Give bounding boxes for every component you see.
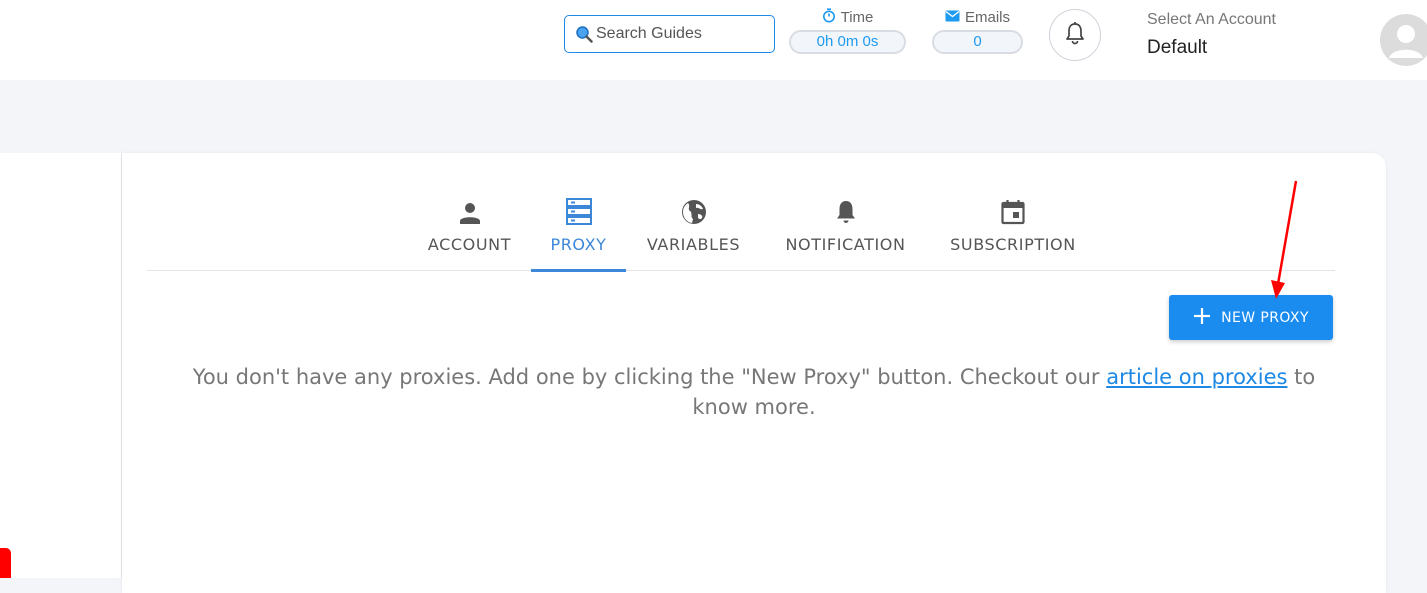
top-header: Time 0h 0m 0s Emails 0 Select An Account… bbox=[0, 0, 1427, 80]
sidebar-panel bbox=[0, 153, 122, 578]
search-input[interactable] bbox=[596, 25, 766, 43]
tab-variables[interactable]: VARIABLES bbox=[640, 189, 747, 269]
annotation-arrow bbox=[1271, 180, 1298, 299]
timer-icon bbox=[822, 7, 836, 27]
account-select[interactable]: Default bbox=[1147, 37, 1207, 59]
settings-card: ACCOUNT PROXY VARIABLES NOTIFICATION SUB… bbox=[122, 153, 1386, 593]
tab-label: SUBSCRIPTION bbox=[950, 235, 1076, 254]
tab-account[interactable]: ACCOUNT bbox=[422, 189, 517, 269]
empty-text-before: You don't have any proxies. Add one by c… bbox=[192, 365, 1107, 389]
bell-icon bbox=[835, 189, 857, 225]
settings-tabs: ACCOUNT PROXY VARIABLES NOTIFICATION SUB… bbox=[147, 189, 1335, 272]
time-value: 0h 0m 0s bbox=[789, 30, 906, 54]
calendar-icon bbox=[1001, 189, 1025, 225]
globe-icon bbox=[681, 189, 707, 225]
new-proxy-label: NEW PROXY bbox=[1221, 309, 1309, 326]
tab-label: NOTIFICATION bbox=[785, 235, 906, 254]
new-proxy-button[interactable]: NEW PROXY bbox=[1169, 295, 1333, 340]
search-box[interactable] bbox=[564, 15, 775, 53]
empty-state-message: You don't have any proxies. Add one by c… bbox=[162, 362, 1346, 422]
tab-subscription[interactable]: SUBSCRIPTION bbox=[941, 189, 1085, 269]
plus-icon bbox=[1193, 307, 1211, 329]
notifications-button[interactable] bbox=[1049, 9, 1101, 61]
time-widget: Time 0h 0m 0s bbox=[789, 7, 906, 54]
tab-label: ACCOUNT bbox=[427, 235, 512, 254]
search-icon bbox=[575, 25, 593, 43]
tab-label: VARIABLES bbox=[646, 235, 741, 254]
help-badge[interactable] bbox=[0, 548, 11, 578]
emails-widget: Emails 0 bbox=[932, 8, 1023, 54]
tab-notification[interactable]: NOTIFICATION bbox=[775, 189, 916, 269]
server-icon bbox=[565, 189, 592, 225]
account-select-label: Select An Account bbox=[1147, 11, 1276, 28]
avatar[interactable] bbox=[1380, 14, 1427, 66]
tab-label: PROXY bbox=[550, 235, 607, 254]
mail-icon bbox=[945, 9, 960, 26]
bell-outline-icon bbox=[1064, 21, 1086, 50]
time-label: Time bbox=[840, 8, 874, 26]
emails-label: Emails bbox=[964, 8, 1010, 26]
person-icon bbox=[458, 189, 482, 225]
emails-value: 0 bbox=[932, 30, 1023, 54]
proxies-article-link[interactable]: article on proxies bbox=[1106, 365, 1287, 389]
tab-proxy[interactable]: PROXY bbox=[531, 189, 626, 272]
